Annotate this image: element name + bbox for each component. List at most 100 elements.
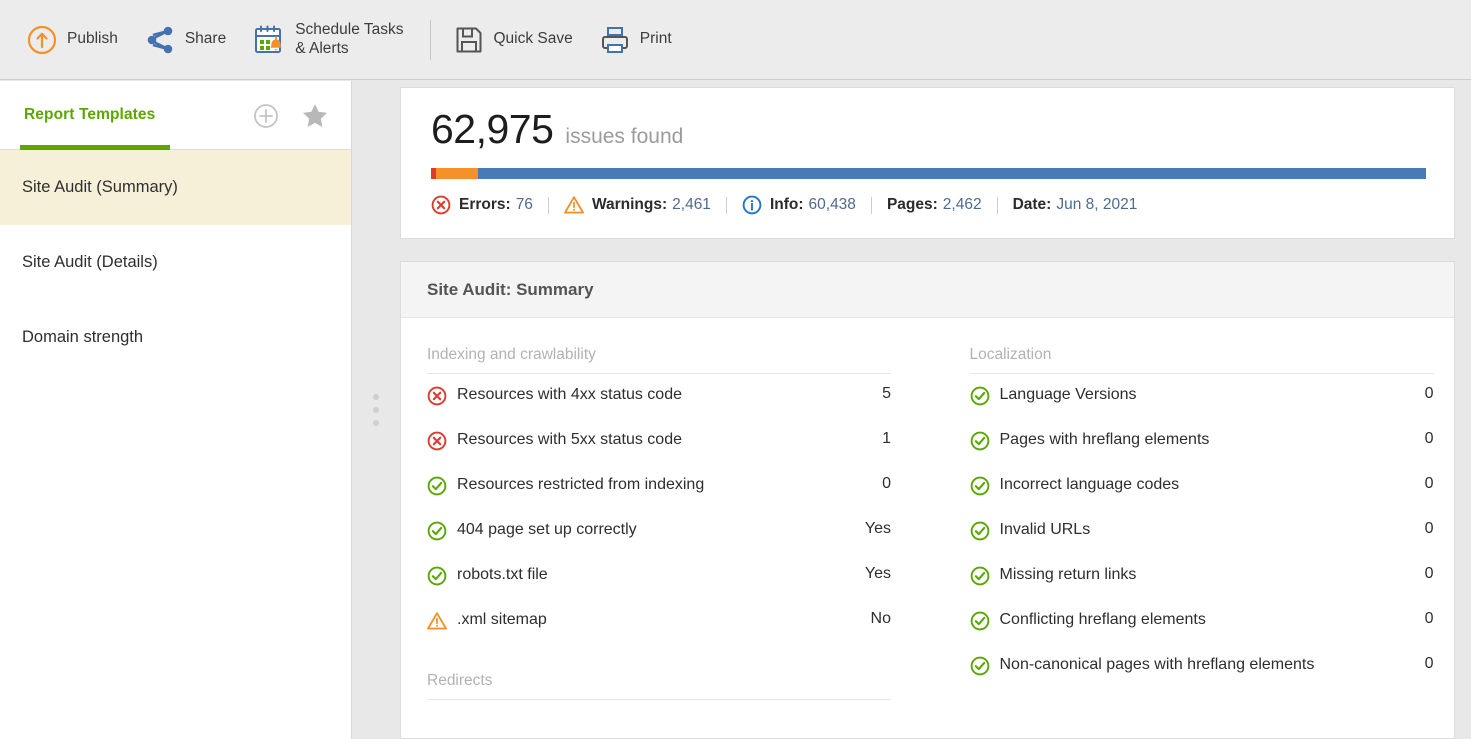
audit-row-label: Missing return links xyxy=(999,566,1137,583)
success-icon xyxy=(427,476,447,496)
success-icon xyxy=(970,431,990,451)
main-toolbar: Publish Share Schedule Tasks & Alerts Qu… xyxy=(0,0,1471,80)
success-icon xyxy=(970,386,990,406)
sidebar-actions xyxy=(253,81,351,150)
quick-save-button[interactable]: Quick Save xyxy=(453,12,573,68)
sidebar-list: Site Audit (Summary) Site Audit (Details)… xyxy=(0,150,351,375)
plus-circle-icon[interactable] xyxy=(253,103,279,129)
sidebar-item-label: Site Audit (Details) xyxy=(22,253,158,271)
share-button[interactable]: Share xyxy=(144,12,226,68)
stat-divider xyxy=(996,196,998,214)
audit-row-value: Yes xyxy=(864,565,891,582)
audit-row[interactable]: robots.txt file Yes xyxy=(427,554,891,599)
detail-column-left: Indexing and crawlability Resources with … xyxy=(427,318,928,700)
issues-summary-card: 62,975 issues found Errors: 76 Warnings: 2,… xyxy=(400,87,1455,239)
audit-row-label: robots.txt file xyxy=(457,566,548,583)
audit-row[interactable]: Resources with 4xx status code 5 xyxy=(427,374,891,419)
success-icon xyxy=(970,521,990,541)
error-icon xyxy=(431,195,451,215)
audit-row-icon xyxy=(427,419,457,456)
stat-label: Date: xyxy=(1012,196,1052,213)
audit-row-label: .xml sitemap xyxy=(457,611,547,628)
audit-row[interactable]: Resources with 5xx status code 1 xyxy=(427,419,891,464)
audit-row-value: 0 xyxy=(1424,520,1434,537)
audit-row[interactable]: Pages with hreflang elements 0 xyxy=(970,419,1434,464)
print-icon xyxy=(599,24,631,56)
success-icon xyxy=(970,656,990,676)
audit-row-icon xyxy=(427,599,457,636)
save-icon xyxy=(453,24,485,56)
share-icon xyxy=(144,24,176,56)
audit-row-label: Incorrect language codes xyxy=(999,476,1180,493)
print-button[interactable]: Print xyxy=(599,12,672,68)
audit-row-icon xyxy=(970,509,1000,546)
audit-row-icon xyxy=(427,509,457,546)
star-icon[interactable] xyxy=(301,102,329,130)
audit-row-label: Invalid URLs xyxy=(999,521,1091,538)
warning-icon xyxy=(427,611,447,631)
stat-value: 60,438 xyxy=(808,196,856,213)
site-audit-summary-card: Site Audit: Summary Indexing and crawlab… xyxy=(400,261,1455,739)
progress-segment-1 xyxy=(435,168,478,179)
audit-row[interactable]: Missing return links 0 xyxy=(970,554,1434,599)
stat-value: 2,461 xyxy=(672,196,711,213)
sidebar-title: Report Templates xyxy=(24,106,156,123)
stat-info: Info: 60,438 xyxy=(742,195,856,215)
schedule-label: Schedule Tasks & Alerts xyxy=(295,20,404,57)
audit-row-label: Pages with hreflang elements xyxy=(999,431,1210,448)
error-icon xyxy=(427,386,447,406)
audit-row-value: 5 xyxy=(882,385,891,402)
panel-resize-handle[interactable] xyxy=(352,81,400,739)
audit-row[interactable]: Invalid URLs 0 xyxy=(970,509,1434,554)
audit-row-value: 0 xyxy=(1424,610,1434,627)
stat-label: Info: xyxy=(769,196,804,213)
stat-divider xyxy=(870,196,872,214)
audit-row[interactable]: Resources restricted from indexing 0 xyxy=(427,464,891,509)
audit-row-value: 0 xyxy=(1424,475,1434,492)
sidebar-header: Report Templates xyxy=(0,81,351,150)
stat-pages: Pages: 2,462 xyxy=(887,196,982,214)
sidebar-title-underline xyxy=(20,145,170,150)
audit-row-icon xyxy=(970,464,1000,501)
schedule-tasks-button[interactable]: Schedule Tasks & Alerts xyxy=(252,12,404,68)
issues-headline: 62,975 issues found xyxy=(431,106,1424,153)
audit-row-label: Resources restricted from indexing xyxy=(457,476,705,493)
stat-label: Errors: xyxy=(459,196,511,213)
audit-row-value: No xyxy=(870,610,891,627)
audit-row[interactable]: .xml sitemap No xyxy=(427,599,891,644)
audit-row-label: Non-canonical pages with hreflang elemen… xyxy=(999,656,1315,673)
stat-label: Pages: xyxy=(886,196,938,213)
audit-row-value: 0 xyxy=(1424,565,1434,582)
audit-row[interactable]: Language Versions 0 xyxy=(970,374,1434,419)
audit-row-label: 404 page set up correctly xyxy=(457,521,637,538)
audit-row-icon xyxy=(427,464,457,501)
audit-row-label: Resources with 5xx status code xyxy=(457,431,682,448)
quick-save-label: Quick Save xyxy=(493,30,573,48)
issues-count: 62,975 xyxy=(431,106,554,152)
audit-row[interactable]: Incorrect language codes 0 xyxy=(970,464,1434,509)
sidebar-item-2[interactable]: Domain strength xyxy=(0,300,351,375)
success-icon xyxy=(970,566,990,586)
audit-row[interactable]: Non-canonical pages with hreflang elemen… xyxy=(970,644,1434,689)
audit-row-label: Conflicting hreflang elements xyxy=(999,611,1206,628)
warning-icon xyxy=(563,195,584,215)
sidebar-item-1[interactable]: Site Audit (Details) xyxy=(0,225,351,300)
stat-divider xyxy=(547,196,549,214)
audit-row-icon xyxy=(970,644,1000,681)
audit-row-icon xyxy=(970,374,1000,411)
audit-row-value: Yes xyxy=(864,520,891,537)
audit-row[interactable]: Conflicting hreflang elements 0 xyxy=(970,599,1434,644)
main-content: 62,975 issues found Errors: 76 Warnings: 2,… xyxy=(400,81,1471,739)
error-icon xyxy=(427,431,447,451)
publish-button[interactable]: Publish xyxy=(26,12,118,68)
stat-value: 2,462 xyxy=(942,196,982,213)
schedule-icon xyxy=(252,23,286,57)
audit-row[interactable]: 404 page set up correctly Yes xyxy=(427,509,891,554)
audit-row-icon xyxy=(970,599,1000,636)
audit-row-value: 0 xyxy=(1424,655,1434,672)
audit-row-icon xyxy=(427,374,457,411)
audit-row-icon xyxy=(970,554,1000,591)
report-templates-sidebar: Report Templates Site Audit (Summary) Sit… xyxy=(0,81,352,739)
group-title: Indexing and crawlability xyxy=(427,318,891,374)
sidebar-item-0[interactable]: Site Audit (Summary) xyxy=(0,150,351,225)
